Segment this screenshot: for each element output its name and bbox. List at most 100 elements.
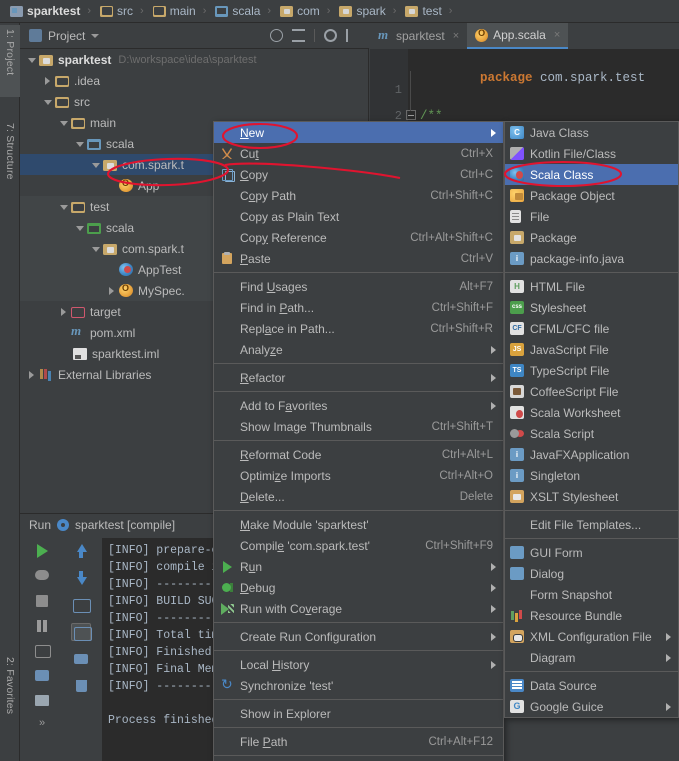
scroll-up-icon[interactable] xyxy=(71,542,91,560)
close-icon[interactable]: × xyxy=(453,30,459,42)
collapse-all-icon[interactable] xyxy=(292,29,305,42)
new-item-kotlin-file-class[interactable]: Kotlin File/Class xyxy=(505,143,678,164)
new-item-scala-script[interactable]: Scala Script xyxy=(505,423,678,444)
menu-item-find-usages[interactable]: Find Usages Alt+F7 xyxy=(214,276,503,297)
menu-item-copy-reference[interactable]: Copy Reference Ctrl+Alt+Shift+C xyxy=(214,227,503,248)
tree-node--idea[interactable]: .idea xyxy=(20,70,369,91)
tree-toggle-right-icon[interactable] xyxy=(26,369,38,381)
new-item-javascript-file[interactable]: JavaScript File xyxy=(505,339,678,360)
menu-item-paste[interactable]: Paste Ctrl+V xyxy=(214,248,503,269)
new-item-xml-configuration-file[interactable]: XML Configuration File xyxy=(505,626,678,647)
menu-item-show-image-thumbnails[interactable]: Show Image Thumbnails Ctrl+Shift+T xyxy=(214,416,503,437)
menu-item-new[interactable]: New xyxy=(214,122,503,143)
menu-item-optimize-imports[interactable]: Optimize Imports Ctrl+Alt+O xyxy=(214,465,503,486)
menu-item-run[interactable]: Run xyxy=(214,556,503,577)
menu-item-add-to-favorites[interactable]: Add to Favorites xyxy=(214,395,503,416)
menu-item-find-in-path[interactable]: Find in Path... Ctrl+Shift+F xyxy=(214,297,503,318)
new-item-package-object[interactable]: Package Object xyxy=(505,185,678,206)
soft-wrap-icon[interactable] xyxy=(71,596,91,614)
new-item-scala-class[interactable]: Scala Class xyxy=(505,164,678,185)
new-item-scala-worksheet[interactable]: Scala Worksheet xyxy=(505,402,678,423)
menu-item-refactor[interactable]: Refactor xyxy=(214,367,503,388)
sidebar-item-structure[interactable]: 7: Structure xyxy=(0,119,20,205)
breadcrumb-item-test[interactable]: test › xyxy=(403,2,457,21)
new-item-typescript-file[interactable]: TypeScript File xyxy=(505,360,678,381)
tree-toggle-down-icon[interactable] xyxy=(58,117,70,129)
close-icon[interactable]: × xyxy=(554,29,560,41)
menu-item-file-path[interactable]: File Path Ctrl+Alt+F12 xyxy=(214,731,503,752)
tree-toggle-right-icon[interactable] xyxy=(106,285,118,297)
tree-toggle-down-icon[interactable] xyxy=(74,222,86,234)
new-item-coffeescript-file[interactable]: CoffeeScript File xyxy=(505,381,678,402)
new-item-html-file[interactable]: HTML File xyxy=(505,276,678,297)
new-item-edit-file-templates[interactable]: Edit File Templates... xyxy=(505,514,678,535)
tree-toggle-down-icon[interactable] xyxy=(58,201,70,213)
chevron-down-icon[interactable] xyxy=(91,33,100,38)
menu-item-create-run-configuration[interactable]: Create Run Configuration xyxy=(214,626,503,647)
menu-item-copy-as-plain-text[interactable]: Copy as Plain Text xyxy=(214,206,503,227)
new-item-dialog[interactable]: Dialog xyxy=(505,563,678,584)
stop-icon[interactable] xyxy=(32,592,52,610)
new-item-gui-form[interactable]: GUI Form xyxy=(505,542,678,563)
menu-item-local-history[interactable]: Local History xyxy=(214,654,503,675)
clear-all-icon[interactable] xyxy=(71,677,91,695)
menu-item-replace-in-path[interactable]: Replace in Path... Ctrl+Shift+R xyxy=(214,318,503,339)
tree-toggle-down-icon[interactable] xyxy=(42,96,54,108)
new-item-form-snapshot[interactable]: Form Snapshot xyxy=(505,584,678,605)
new-item-resource-bundle[interactable]: Resource Bundle xyxy=(505,605,678,626)
new-item-google-guice[interactable]: Google Guice xyxy=(505,696,678,717)
new-item-singleton[interactable]: i Singleton xyxy=(505,465,678,486)
new-item-package-info-java[interactable]: i package-info.java xyxy=(505,248,678,269)
menu-item-make-module-sparktest[interactable]: Make Module 'sparktest' xyxy=(214,514,503,535)
breadcrumb-item-com[interactable]: com › xyxy=(278,2,335,21)
tree-toggle-right-icon[interactable] xyxy=(42,75,54,87)
breadcrumb-item-spark[interactable]: spark › xyxy=(337,2,401,21)
editor-tab-sparktest[interactable]: sparktest × xyxy=(370,23,467,49)
menu-item-compile-com-spark-test[interactable]: Compile 'com.spark.test' Ctrl+Shift+F9 xyxy=(214,535,503,556)
tree-toggle-right-icon[interactable] xyxy=(58,306,70,318)
new-item-cfml-cfc-file[interactable]: CFML/CFC file xyxy=(505,318,678,339)
tree-node-sparktest[interactable]: sparktest D:\workspace\idea\sparktest xyxy=(20,49,369,70)
menu-item-delete[interactable]: Delete... Delete xyxy=(214,486,503,507)
sidebar-item-project[interactable]: 1: Project xyxy=(0,25,20,97)
new-item-java-class[interactable]: C Java Class xyxy=(505,122,678,143)
new-item-package[interactable]: Package xyxy=(505,227,678,248)
tree-toggle-down-icon[interactable] xyxy=(74,138,86,150)
breadcrumb-item-scala[interactable]: scala › xyxy=(213,2,276,21)
pause-icon[interactable] xyxy=(32,617,52,635)
sidebar-item-favorites[interactable]: 2: Favorites xyxy=(0,653,20,757)
menu-item-analyze[interactable]: Analyze xyxy=(214,339,503,360)
breadcrumb-item-sparktest[interactable]: sparktest › xyxy=(8,2,96,21)
scroll-down-icon[interactable] xyxy=(71,569,91,587)
tree-node-src[interactable]: src xyxy=(20,91,369,112)
scroll-to-end-icon[interactable] xyxy=(71,623,92,641)
menu-item-run-with-coverage[interactable]: Run with Coverage xyxy=(214,598,503,619)
context-menu[interactable]: New Cut Ctrl+X Copy Ctrl+C Copy Path Ctrl+Shif… xyxy=(213,121,504,761)
tree-toggle-down-icon[interactable] xyxy=(90,243,102,255)
new-item-data-source[interactable]: Data Source xyxy=(505,675,678,696)
new-item-javafxapplication[interactable]: i JavaFXApplication xyxy=(505,444,678,465)
locate-icon[interactable] xyxy=(270,29,283,42)
new-item-file[interactable]: File xyxy=(505,206,678,227)
bubble-icon[interactable] xyxy=(32,567,52,585)
code-fold-icon[interactable] xyxy=(406,110,416,120)
menu-item-debug[interactable]: Debug xyxy=(214,577,503,598)
breadcrumb-item-src[interactable]: src › xyxy=(98,2,149,21)
export-icon[interactable] xyxy=(32,667,52,685)
menu-item-copy[interactable]: Copy Ctrl+C xyxy=(214,164,503,185)
new-item-xslt-stylesheet[interactable]: XSLT Stylesheet xyxy=(505,486,678,507)
tree-toggle-down-icon[interactable] xyxy=(26,54,38,66)
rerun-icon[interactable] xyxy=(32,542,52,560)
menu-item-reformat-code[interactable]: Reformat Code Ctrl+Alt+L xyxy=(214,444,503,465)
menu-item-copy-path[interactable]: Copy Path Ctrl+Shift+C xyxy=(214,185,503,206)
new-submenu[interactable]: C Java Class Kotlin File/Class Scala Class P… xyxy=(504,121,679,718)
more-actions-label[interactable]: » xyxy=(39,717,45,729)
camera-icon[interactable] xyxy=(32,642,52,660)
new-item-diagram[interactable]: Diagram xyxy=(505,647,678,668)
print-preview-icon[interactable] xyxy=(32,692,52,710)
print-icon[interactable] xyxy=(71,650,91,668)
editor-tab-app-scala[interactable]: App.scala × xyxy=(467,23,569,49)
hide-panel-icon[interactable] xyxy=(346,29,359,42)
gear-icon[interactable] xyxy=(324,29,337,42)
menu-item-synchronize-test[interactable]: Synchronize 'test' xyxy=(214,675,503,696)
